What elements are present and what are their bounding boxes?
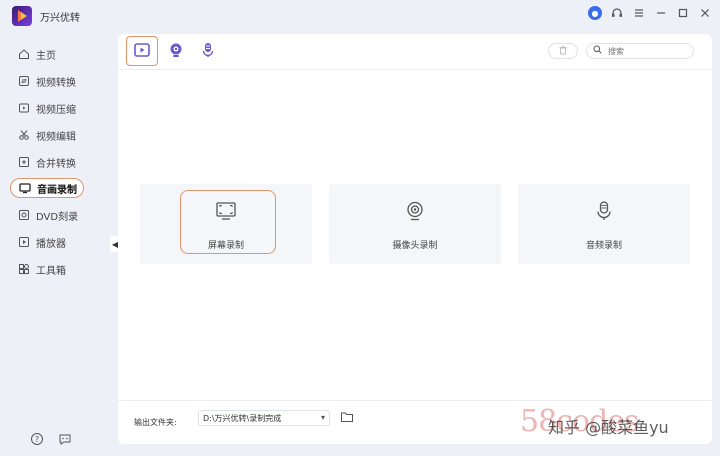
folder-icon — [340, 412, 354, 427]
minimize-icon[interactable] — [654, 6, 668, 20]
search-icon — [593, 45, 602, 57]
webcam-tab-icon — [167, 41, 185, 62]
trash-icon — [558, 45, 568, 58]
record-type-tabs — [118, 34, 712, 70]
output-folder-label: 输出文件夹: — [134, 418, 177, 427]
watermark-zhihu: 知乎 @酸菜鱼yu — [548, 418, 669, 437]
card-webcam-record[interactable]: 摄像头录制 — [329, 184, 501, 264]
sidebar-item-toolbox[interactable]: 工具箱 — [10, 259, 84, 279]
app-logo — [12, 6, 32, 26]
delete-button[interactable] — [548, 43, 578, 59]
screen-record-tab-icon — [133, 41, 151, 62]
compress-icon — [18, 102, 30, 114]
output-folder-select[interactable]: D:\万兴优转\录制完成 ▾ — [198, 410, 330, 426]
support-icon[interactable] — [610, 6, 624, 20]
sidebar-item-label: DVD刻录 — [36, 211, 79, 223]
close-icon[interactable] — [698, 6, 712, 20]
svg-text:?: ? — [35, 435, 39, 444]
chevron-down-icon: ▾ — [320, 413, 325, 422]
card-label: 音频录制 — [585, 241, 622, 251]
card-label: 摄像头录制 — [392, 241, 438, 251]
sidebar-item-label: 视频转换 — [36, 77, 76, 89]
webcam-icon — [404, 200, 426, 222]
open-folder-button[interactable] — [340, 410, 354, 424]
card-label: 屏幕录制 — [207, 241, 244, 251]
sidebar-item-dvd[interactable]: DVD刻录 — [10, 205, 84, 225]
sidebar: 主页 视频转换 视频压缩 视频编辑 合并转换 音画录制 DVD刻录 播放器 工具… — [0, 38, 112, 456]
sidebar-item-video-compress[interactable]: 视频压缩 — [10, 98, 84, 118]
tab-audio-record[interactable] — [192, 36, 224, 66]
sidebar-item-player[interactable]: 播放器 — [10, 232, 84, 252]
user-avatar-icon[interactable]: ● — [588, 6, 602, 20]
record-icon — [19, 182, 31, 194]
toolbox-icon — [18, 263, 30, 275]
disc-icon — [18, 209, 30, 221]
sidebar-item-label: 视频压缩 — [36, 104, 76, 116]
merge-icon — [18, 156, 30, 168]
sidebar-item-video-edit[interactable]: 视频编辑 — [10, 125, 84, 145]
tab-screen-record[interactable] — [126, 36, 158, 66]
microphone-tab-icon — [199, 41, 217, 62]
sidebar-item-label: 视频编辑 — [36, 131, 76, 143]
card-screen-record[interactable]: 屏幕录制 — [140, 184, 312, 264]
title-bar: 万兴优转 ● — [0, 0, 720, 32]
maximize-icon[interactable] — [676, 6, 690, 20]
sidebar-item-merge[interactable]: 合并转换 — [10, 152, 84, 172]
convert-icon — [18, 75, 30, 87]
help-icon[interactable]: ? — [30, 432, 44, 446]
sidebar-item-label: 合并转换 — [36, 158, 76, 170]
sidebar-item-label: 工具箱 — [36, 265, 66, 277]
search-box[interactable] — [586, 43, 694, 59]
sidebar-item-label: 音画录制 — [37, 184, 77, 196]
sidebar-item-label: 播放器 — [36, 238, 66, 250]
tab-webcam-record[interactable] — [160, 36, 192, 66]
sidebar-item-label: 主页 — [36, 50, 56, 62]
search-input[interactable] — [608, 46, 688, 56]
microphone-icon — [593, 200, 615, 222]
sidebar-item-video-convert[interactable]: 视频转换 — [10, 71, 84, 91]
card-audio-record[interactable]: 音频录制 — [518, 184, 690, 264]
home-icon — [18, 48, 30, 60]
screen-record-icon — [215, 200, 237, 222]
play-icon — [18, 236, 30, 248]
main-panel: 屏幕录制 摄像头录制 音频录制 输出文件夹: D:\万兴优转\录制完成 ▾ — [118, 34, 712, 444]
app-title: 万兴优转 — [40, 13, 80, 24]
scissors-icon — [18, 129, 30, 141]
sidebar-item-record[interactable]: 音画录制 — [10, 178, 84, 198]
feedback-icon[interactable] — [58, 432, 72, 446]
menu-icon[interactable] — [632, 6, 646, 20]
output-folder-path: D:\万兴优转\录制完成 — [203, 413, 282, 423]
sidebar-item-home[interactable]: 主页 — [10, 44, 84, 64]
